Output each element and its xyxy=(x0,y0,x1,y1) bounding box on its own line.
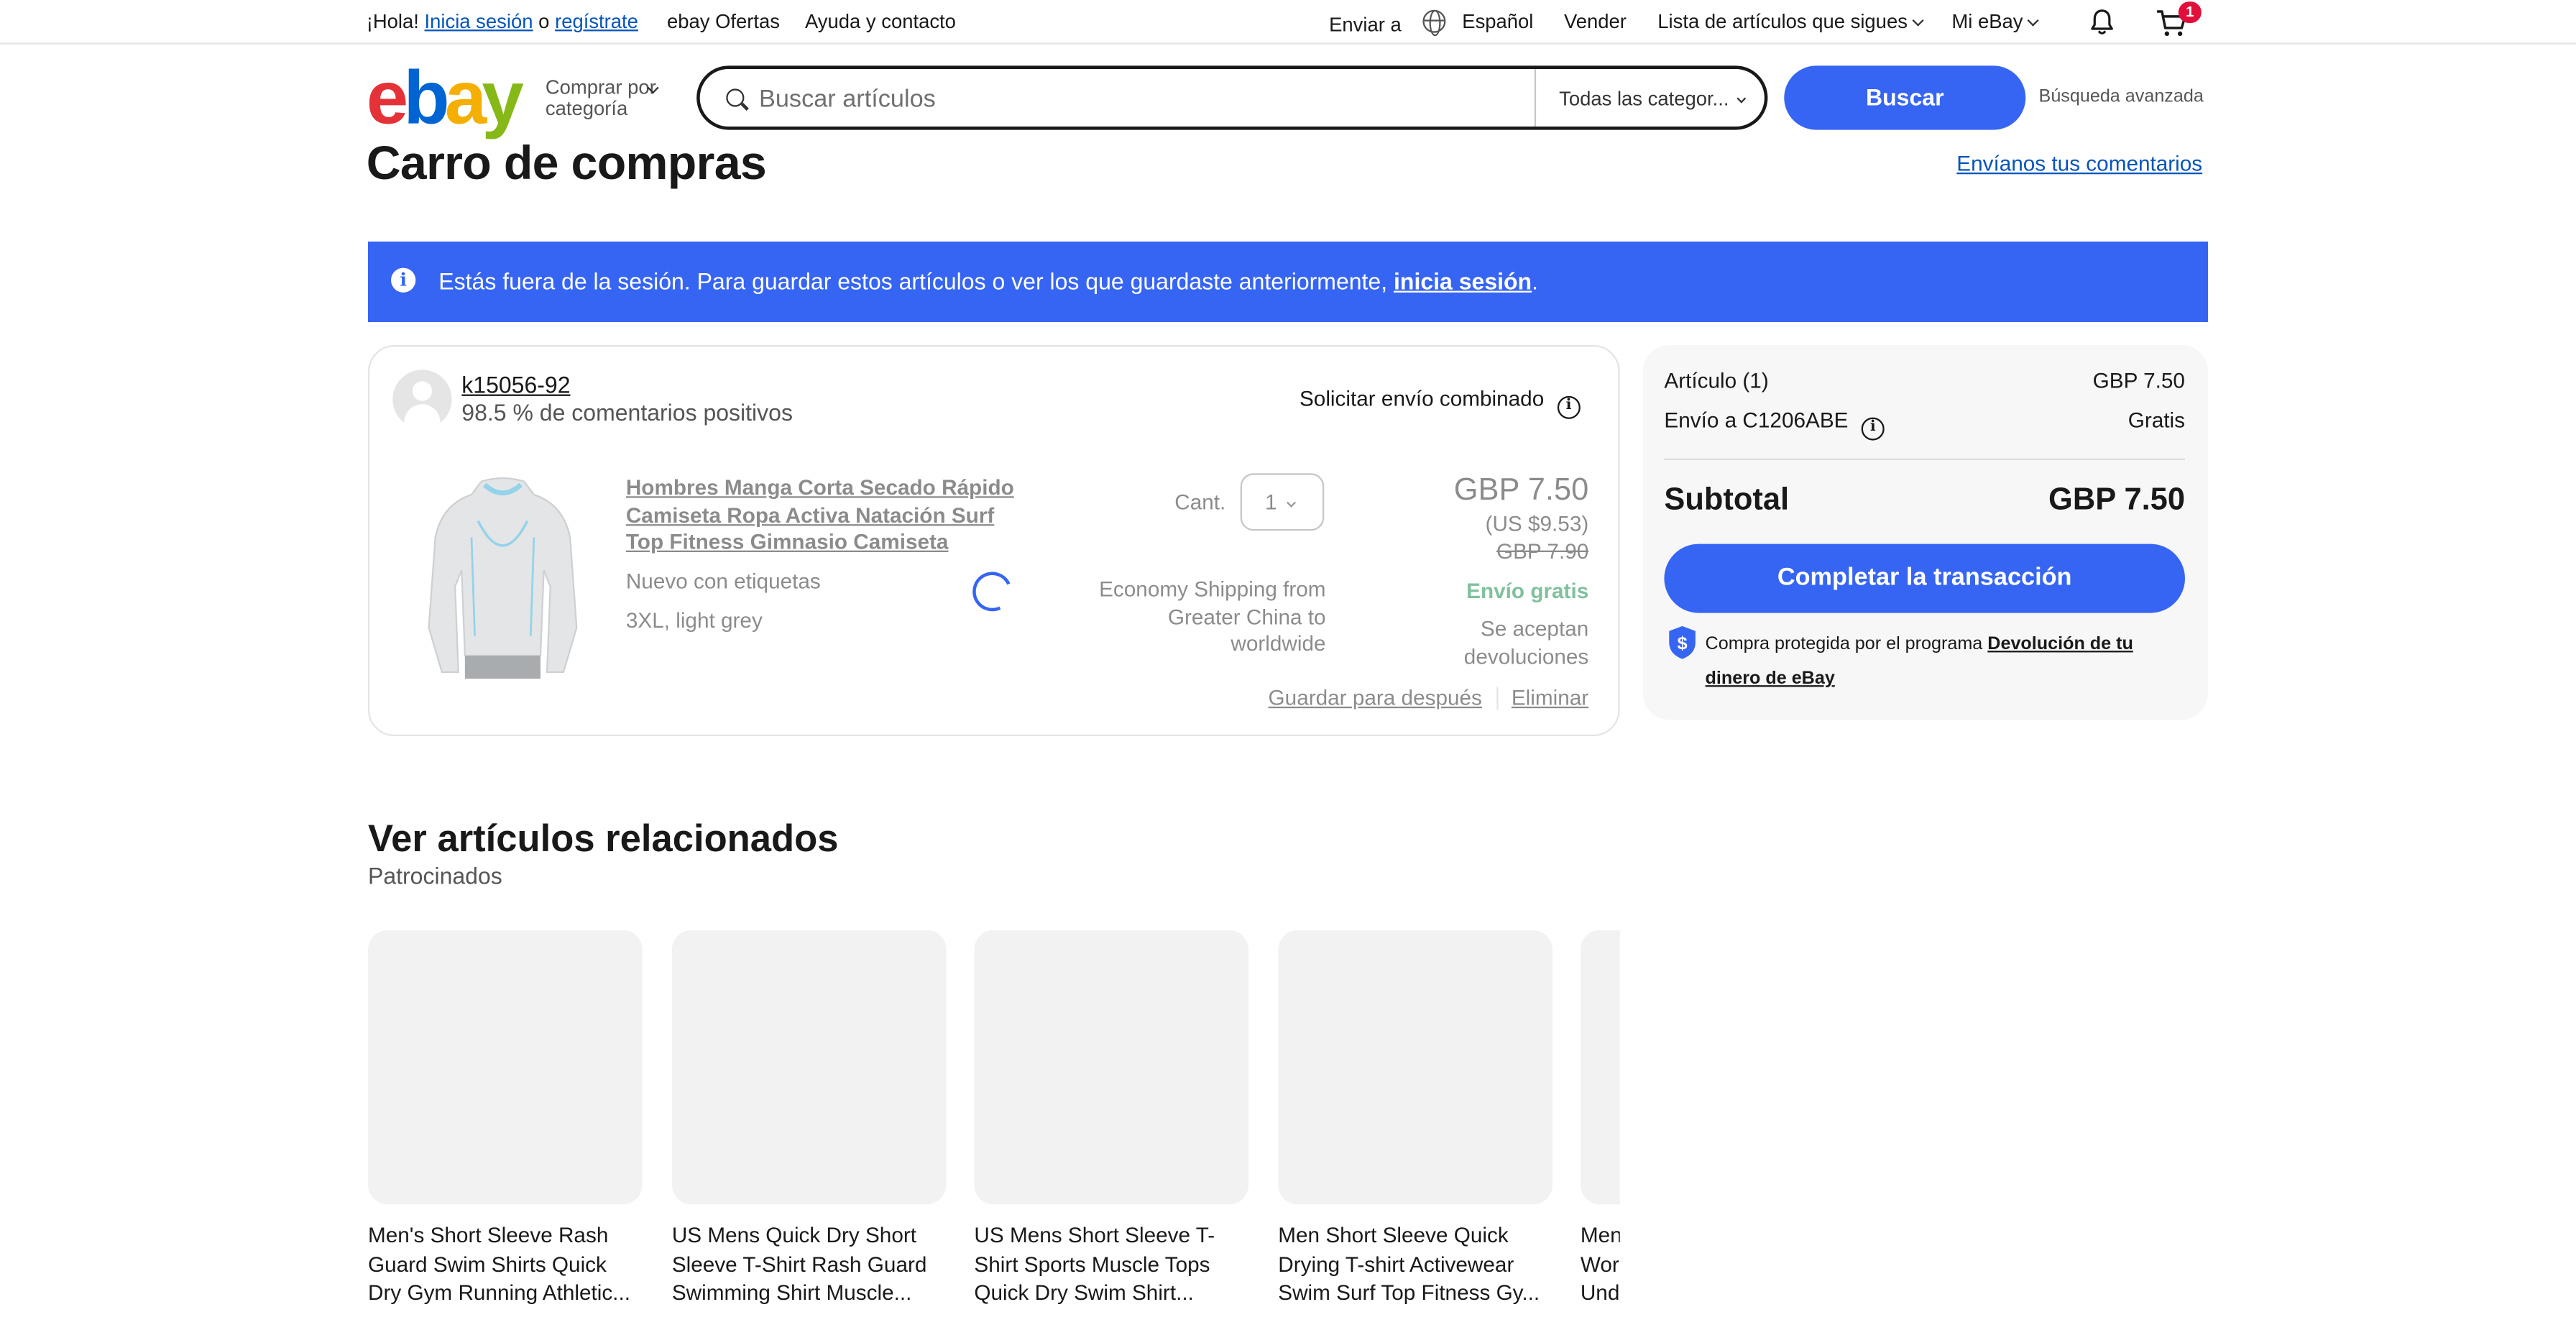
divider xyxy=(1496,687,1499,710)
summary-shipping-value: Gratis xyxy=(2128,407,2185,433)
related-item-title[interactable]: US Mens Quick Dry Short Sleeve T-Shirt R… xyxy=(672,1221,947,1311)
divider xyxy=(1664,458,2185,460)
related-item-image[interactable] xyxy=(974,930,1249,1205)
related-item[interactable]: Men Short Sleeve Quick Drying T-shirt Ac… xyxy=(1278,930,1552,1311)
related-item[interactable]: Men's Short Sleeve Rash Guard Swim Shirt… xyxy=(367,930,643,1311)
info-icon[interactable]: i xyxy=(1557,395,1581,419)
notice-message: Estás fuera de la sesión. Para guardar e… xyxy=(438,267,1388,295)
help-link[interactable]: Ayuda y contacto xyxy=(805,10,956,33)
top-bar: ¡Hola! Inicia sesión o regístrate ebay O… xyxy=(0,0,2576,45)
category-select[interactable]: Todas las categor... xyxy=(1534,68,1765,127)
product-image[interactable] xyxy=(418,471,586,679)
send-feedback-link[interactable]: Envíanos tus comentarios xyxy=(1956,151,2202,175)
save-for-later-link[interactable]: Guardar para después xyxy=(1269,685,1482,710)
checkout-button[interactable]: Completar la transacción xyxy=(1664,544,2185,613)
summary-items-label: Artículo (1) xyxy=(1664,367,1769,393)
watchlist-menu[interactable]: Lista de artículos que sigues xyxy=(1657,9,1924,33)
item-condition: Nuevo con etiquetas xyxy=(625,568,821,594)
related-item-title[interactable]: Men Short Sleeve Quick Drying T-shirt Ac… xyxy=(1278,1221,1552,1311)
summary-shipping-label: Envío a C1206ABE xyxy=(1664,407,1849,433)
subtotal-value: GBP 7.50 xyxy=(2048,482,2185,518)
subtotal-label: Subtotal xyxy=(1664,482,1790,518)
language-selector[interactable]: Español xyxy=(1462,10,1533,33)
item-original-price: GBP 7.90 xyxy=(1496,538,1589,564)
free-shipping-label: Envío gratis xyxy=(1466,578,1589,603)
item-price-usd: (US $9.53) xyxy=(1485,510,1589,536)
related-items-title: Ver artículos relacionados xyxy=(367,816,839,860)
subtotal-row: Subtotal GBP 7.50 xyxy=(1664,483,2185,519)
related-item-image[interactable] xyxy=(367,930,643,1205)
or-text: o xyxy=(538,9,550,33)
chevron-down-icon xyxy=(2028,14,2040,27)
shop-by-category-label: Comprar por categoría xyxy=(545,75,656,120)
related-item-title[interactable]: Men's Short Sleeve Rash Guard Swim Shirt… xyxy=(368,1221,643,1311)
notice-signin-link[interactable]: inicia sesión xyxy=(1394,268,1532,295)
watchlist-label: Lista de artículos que sigues xyxy=(1657,9,1908,33)
svg-text:$: $ xyxy=(1678,633,1688,653)
cart-item-card: k15056-92 98.5 % de comentarios positivo… xyxy=(367,344,1620,736)
item-price: GBP 7.50 xyxy=(1453,473,1589,508)
sell-link[interactable]: Vender xyxy=(1564,10,1627,33)
signin-link[interactable]: Inicia sesión xyxy=(425,10,533,33)
money-back-shield-icon: $ xyxy=(1669,625,1696,659)
combined-shipping-label: Solicitar envío combinado xyxy=(1299,386,1545,411)
deals-link[interactable]: ebay Ofertas xyxy=(667,10,780,33)
globe-icon xyxy=(1422,9,1446,37)
quantity-value: 1 xyxy=(1264,490,1277,515)
shop-by-category-button[interactable]: Comprar por categoría xyxy=(545,75,659,120)
related-item-image[interactable] xyxy=(671,930,947,1205)
related-item[interactable]: Men Wor Und xyxy=(1580,930,1620,1311)
order-summary: Artículo (1) GBP 7.50 Envío a C1206ABE i … xyxy=(1642,344,2208,720)
search-icon xyxy=(726,88,745,107)
quantity-label: Cant. xyxy=(1174,490,1226,515)
my-ebay-menu[interactable]: Mi eBay xyxy=(1951,9,2040,33)
info-icon: i xyxy=(390,267,416,293)
related-item-image[interactable] xyxy=(1580,930,1620,1205)
returns-accepted: Se aceptan devoluciones xyxy=(1463,616,1589,669)
ship-to-button[interactable]: Enviar a xyxy=(1329,13,1402,36)
ebay-logo[interactable]: ebay xyxy=(367,59,524,134)
shipping-method: Economy Shipping from Greater China to w… xyxy=(1099,577,1326,656)
summary-items-row: Artículo (1) GBP 7.50 xyxy=(1664,368,2185,393)
greeting-text: ¡Hola! xyxy=(366,9,419,33)
item-title-link[interactable]: Hombres Manga Corta Secado Rápido Camise… xyxy=(626,475,1036,556)
item-variation: 3XL, light grey xyxy=(625,607,763,633)
chevron-down-icon xyxy=(1912,14,1924,27)
my-ebay-label: Mi eBay xyxy=(1951,9,2023,33)
summary-shipping-row: Envío a C1206ABE i Gratis xyxy=(1664,408,2185,441)
seller-feedback: 98.5 % de comentarios positivos xyxy=(461,399,793,426)
seller-avatar xyxy=(392,370,452,429)
loading-spinner xyxy=(967,566,1018,618)
request-combined-shipping[interactable]: Solicitar envío combinado i xyxy=(1300,386,1581,419)
info-icon[interactable]: i xyxy=(1861,417,1885,441)
search-bar: Todas las categor... xyxy=(696,65,1768,130)
notice-text: Estás fuera de la sesión. Para guardar e… xyxy=(438,267,1539,295)
chevron-down-icon xyxy=(1287,497,1297,508)
related-item[interactable]: US Mens Short Sleeve T-Shirt Sports Musc… xyxy=(974,930,1249,1311)
related-item[interactable]: US Mens Quick Dry Short Sleeve T-Shirt R… xyxy=(671,930,947,1311)
register-link[interactable]: regístrate xyxy=(555,10,638,33)
quantity-select[interactable]: 1 xyxy=(1240,473,1325,531)
chevron-down-icon xyxy=(1737,93,1747,104)
page-title: Carro de compras xyxy=(366,137,767,191)
related-items-subtitle: Patrocinados xyxy=(367,862,502,889)
related-item-title[interactable]: US Mens Short Sleeve T-Shirt Sports Musc… xyxy=(974,1221,1248,1311)
cart-count-badge: 1 xyxy=(2178,1,2202,23)
remove-item-link[interactable]: Eliminar xyxy=(1512,685,1588,710)
summary-items-value: GBP 7.50 xyxy=(2092,367,2185,393)
advanced-search-link[interactable]: Búsqueda avanzada xyxy=(2039,87,2204,106)
money-back-guarantee: Compra protegida por el programa Devoluc… xyxy=(1706,628,2182,697)
related-item-title[interactable]: Men Wor Und xyxy=(1581,1221,1620,1311)
protection-text: Compra protegida por el programa xyxy=(1705,634,1983,654)
seller-name-link[interactable]: k15056-92 xyxy=(461,372,570,398)
related-item-image[interactable] xyxy=(1278,930,1552,1205)
search-button[interactable]: Buscar xyxy=(1784,65,2026,130)
notification-bell-icon[interactable] xyxy=(2089,8,2114,36)
greeting: ¡Hola! Inicia sesión o regístrate xyxy=(367,10,638,33)
signed-out-notice: i Estás fuera de la sesión. Para guardar… xyxy=(367,241,2208,322)
category-select-value: Todas las categor... xyxy=(1559,87,1729,111)
search-input[interactable] xyxy=(758,82,1532,115)
related-items-carousel: Men's Short Sleeve Rash Guard Swim Shirt… xyxy=(367,930,1620,1329)
